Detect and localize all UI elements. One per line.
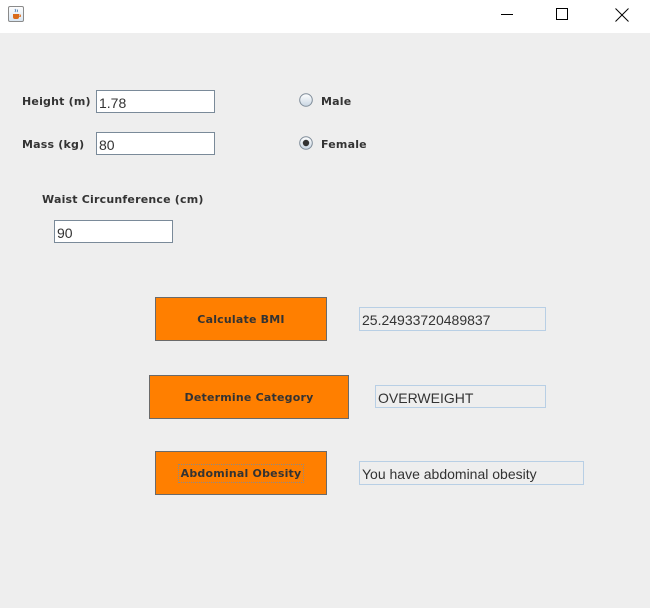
abdominal-obesity-button[interactable]: Abdominal Obesity [155,451,327,495]
radio-unselected-icon [299,93,313,107]
height-label: Height (m) [22,95,91,108]
female-radio[interactable] [299,136,313,150]
java-cup-icon [8,6,24,22]
female-label[interactable]: Female [321,138,367,151]
determine-category-button[interactable]: Determine Category [149,375,349,419]
title-bar [0,0,650,33]
radio-selected-icon [299,136,313,150]
calculate-bmi-label: Calculate BMI [197,312,285,326]
close-icon [615,8,629,22]
maximize-button[interactable] [539,0,585,30]
maximize-icon [556,8,568,20]
male-label[interactable]: Male [321,95,351,108]
calculate-bmi-button[interactable]: Calculate BMI [155,297,327,341]
mass-label: Mass (kg) [22,138,85,151]
waist-input[interactable]: 90 [54,220,173,243]
determine-category-label: Determine Category [184,390,314,404]
minimize-button[interactable] [484,0,530,30]
abdominal-obesity-label: Abdominal Obesity [177,463,305,483]
male-radio[interactable] [299,93,313,107]
waist-label: Waist Circunference (cm) [42,193,204,206]
close-button[interactable] [598,0,644,30]
height-input[interactable]: 1.78 [96,90,215,113]
mass-input[interactable]: 80 [96,132,215,155]
minimize-icon [501,14,513,15]
category-result-field: OVERWEIGHT [375,385,546,408]
bmi-result-field: 25.24933720489837 [359,307,546,331]
obesity-result-field: You have abdominal obesity [359,461,584,485]
